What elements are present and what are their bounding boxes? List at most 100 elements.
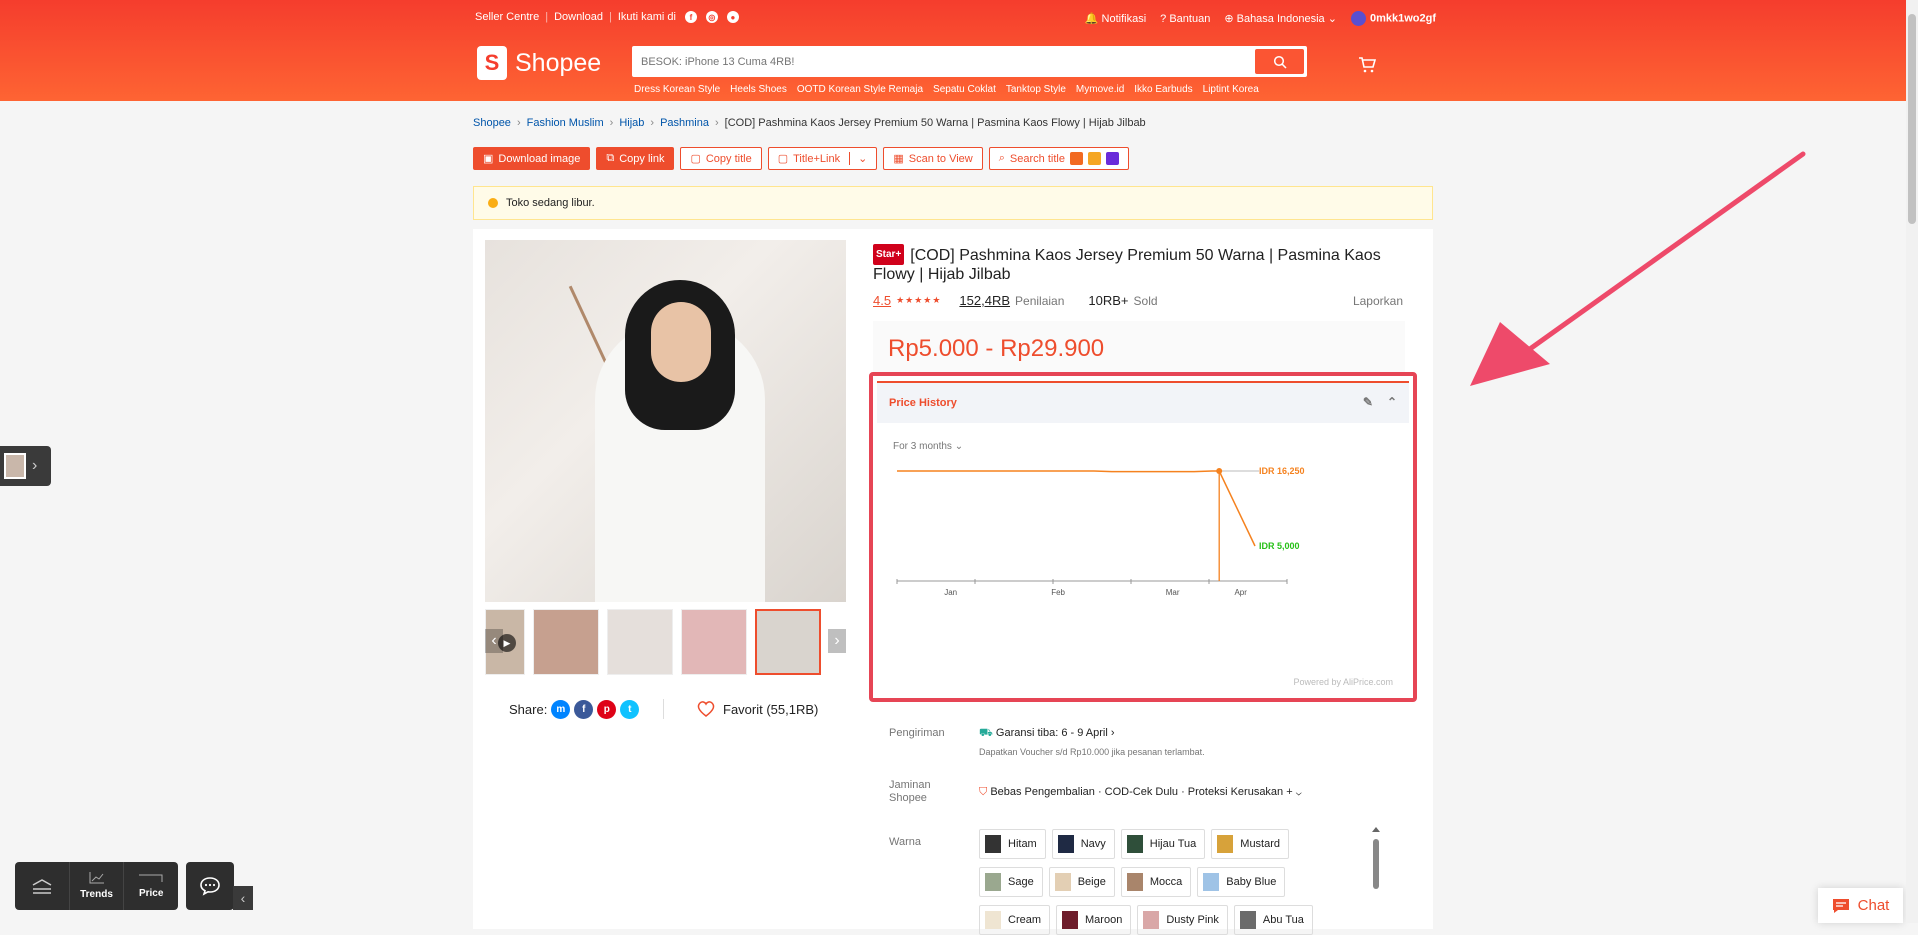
thumbnail[interactable] xyxy=(681,609,747,675)
help-link[interactable]: ? Bantuan xyxy=(1160,13,1210,25)
cart-icon[interactable] xyxy=(1358,56,1376,74)
price-history-header[interactable]: Price History ✎ ⌃ xyxy=(877,383,1409,423)
title-link-button[interactable]: ▢ Title+Link ⌄ xyxy=(767,147,878,170)
shop-holiday-notice: Toko sedang libur. xyxy=(473,186,1433,220)
dock-chat-button[interactable] xyxy=(186,862,234,910)
facebook-icon[interactable]: f xyxy=(574,700,594,719)
search-title-button[interactable]: ⌕ Search title xyxy=(988,147,1129,170)
variant-option[interactable]: Beige xyxy=(1048,867,1115,897)
variant-option[interactable]: Navy xyxy=(1051,829,1115,859)
variant-option[interactable]: Baby Blue xyxy=(1197,867,1286,897)
dock-trends-button[interactable]: Trends xyxy=(70,862,125,910)
thumbnail[interactable] xyxy=(533,609,599,675)
variant-option[interactable]: Cream xyxy=(979,905,1051,935)
thumbnail-selected[interactable] xyxy=(755,609,821,675)
quick-link[interactable]: Tanktop Style xyxy=(1006,84,1066,95)
breadcrumb-hijab[interactable]: Hijab xyxy=(619,117,644,129)
user-menu[interactable]: 0mkk1wo2gf xyxy=(1350,11,1436,26)
chevron-up-icon[interactable]: ⌃ xyxy=(1387,395,1397,409)
variant-label: Mocca xyxy=(1149,876,1183,888)
chat-button[interactable]: Chat xyxy=(1818,888,1903,923)
logo-text: Shopee xyxy=(515,48,602,77)
dock-home-button[interactable] xyxy=(15,862,70,910)
thumbnail[interactable] xyxy=(607,609,673,675)
quick-link[interactable]: Dress Korean Style xyxy=(634,84,720,95)
download-image-button[interactable]: ▣ Download image xyxy=(473,147,591,170)
quick-link[interactable]: Heels Shoes xyxy=(730,84,787,95)
dock-trends-label: Trends xyxy=(80,889,113,900)
price-range: Rp5.000 - Rp29.900 xyxy=(888,335,1105,362)
variant-scrollbar[interactable] xyxy=(1372,827,1380,897)
scan-to-view-button[interactable]: ▦ Scan to View xyxy=(883,147,983,170)
seller-centre-link[interactable]: Seller Centre xyxy=(475,11,539,23)
side-preview-panel[interactable]: › xyxy=(0,446,51,486)
shipping-value[interactable]: ⛟ Garansi tiba: 6 - 9 April › Dapatkan V… xyxy=(979,727,1205,757)
variant-option[interactable]: Sage xyxy=(979,867,1043,897)
lazada-icon[interactable] xyxy=(1105,152,1119,165)
shopee-logo[interactable]: S Shopee xyxy=(477,46,601,80)
edit-icon[interactable]: ✎ xyxy=(1363,395,1373,409)
link-icon: ⧉ xyxy=(606,152,615,164)
favorite-button[interactable]: Favorit (55,1RB) xyxy=(696,700,818,718)
breadcrumb-shopee[interactable]: Shopee xyxy=(473,117,511,129)
dock-collapse-button[interactable]: ‹ xyxy=(233,886,253,910)
variant-option[interactable]: Hitam xyxy=(979,829,1046,859)
variant-swatch xyxy=(985,835,1001,853)
scrollbar-thumb[interactable] xyxy=(1908,14,1916,224)
instagram-icon[interactable]: ◎ xyxy=(705,11,718,23)
guarantee-value[interactable]: ⛉ Bebas Pengembalian · COD-Cek Dulu · Pr… xyxy=(979,786,1302,799)
divider: | xyxy=(545,11,549,23)
quick-link[interactable]: Ikko Earbuds xyxy=(1134,84,1192,95)
product-image[interactable] xyxy=(485,240,846,602)
pinterest-icon[interactable]: p xyxy=(597,700,617,719)
variant-option[interactable]: Mustard xyxy=(1211,829,1290,859)
quick-link[interactable]: Mymove.id xyxy=(1076,84,1124,95)
share-row: Share: m f p t xyxy=(509,700,640,719)
quick-link[interactable]: Liptint Korea xyxy=(1203,84,1259,95)
variant-option[interactable]: Dusty Pink xyxy=(1137,905,1228,935)
line-icon[interactable]: ● xyxy=(726,11,739,23)
download-link[interactable]: Download xyxy=(554,11,603,23)
variant-option[interactable]: Abu Tua xyxy=(1233,905,1313,935)
variant-option[interactable]: Mocca xyxy=(1120,867,1192,897)
notifications-link[interactable]: 🔔 Notifikasi xyxy=(1085,12,1146,25)
report-link[interactable]: Laporkan xyxy=(1353,294,1403,308)
thumbnail-next-arrow[interactable]: › xyxy=(828,629,846,653)
heart-icon xyxy=(697,701,715,717)
reviews-count[interactable]: 152,4RB xyxy=(959,293,1010,308)
messenger-icon[interactable]: m xyxy=(551,700,571,719)
breadcrumb-pashmina[interactable]: Pashmina xyxy=(660,117,709,129)
copy-icon: ▢ xyxy=(777,153,789,165)
search-button[interactable] xyxy=(1255,49,1304,74)
dock-price-button[interactable]: Price xyxy=(124,862,178,910)
search-icon: ⌕ xyxy=(998,152,1005,164)
variant-option[interactable]: Hijau Tua xyxy=(1120,829,1206,859)
thumbnail-prev-arrow[interactable]: ‹ xyxy=(485,629,503,653)
taobao-icon[interactable] xyxy=(1087,152,1101,165)
face-shape xyxy=(651,302,711,382)
reviews-label: Penilaian xyxy=(1015,293,1065,308)
language-select[interactable]: ⊕ Bahasa Indonesia ⌄ xyxy=(1224,12,1337,25)
copy-title-button[interactable]: ▢ Copy title xyxy=(680,147,762,170)
chevron-down-icon[interactable]: ⌄ xyxy=(849,152,867,165)
copy-link-label: Copy link xyxy=(619,152,665,165)
breadcrumb-fashion-muslim[interactable]: Fashion Muslim xyxy=(527,117,604,129)
annotation-arrow xyxy=(1470,151,1806,386)
quick-link[interactable]: OOTD Korean Style Remaja xyxy=(797,84,923,95)
color-label: Warna xyxy=(889,836,921,848)
twitter-icon[interactable]: t xyxy=(620,700,640,719)
variant-swatch xyxy=(985,911,1001,929)
variant-option[interactable]: Maroon xyxy=(1056,905,1132,935)
notice-text: Toko sedang libur. xyxy=(506,197,595,209)
rating-value[interactable]: 4.5 xyxy=(873,293,891,308)
page-scrollbar[interactable] xyxy=(1906,0,1918,923)
variant-list: Hitam Navy Hijau Tua Mustard Sage Beige … xyxy=(979,829,1319,935)
aliexpress-icon[interactable] xyxy=(1069,152,1083,165)
copy-link-button[interactable]: ⧉ Copy link xyxy=(596,147,675,170)
quick-link[interactable]: Sepatu Coklat xyxy=(933,84,996,95)
search-input[interactable] xyxy=(641,46,1201,77)
x-tick-label: Mar xyxy=(1166,588,1180,597)
facebook-icon[interactable]: f xyxy=(684,11,697,23)
chevron-right-icon: › xyxy=(32,457,38,474)
powered-by[interactable]: Powered by AliPrice.com xyxy=(1293,677,1393,687)
